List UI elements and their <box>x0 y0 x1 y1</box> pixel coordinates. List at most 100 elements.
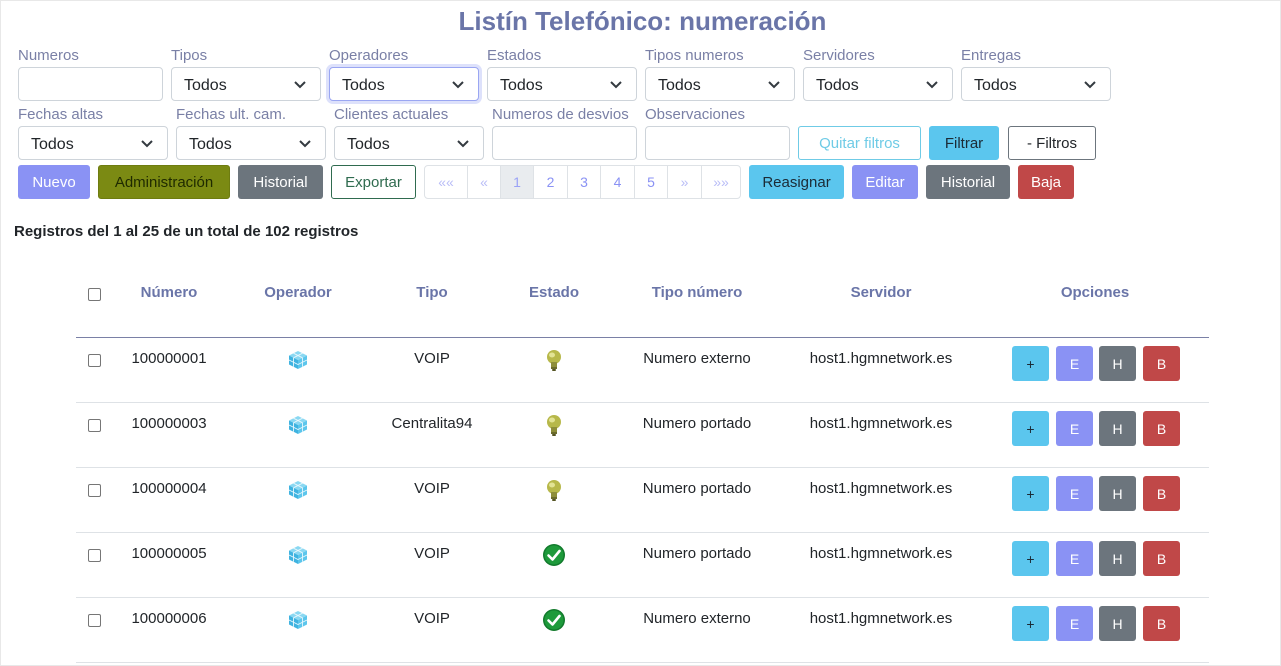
page-5-button[interactable]: 5 <box>634 166 667 198</box>
row-divider <box>76 597 1209 598</box>
page-3-button[interactable]: 3 <box>567 166 600 198</box>
operadores-select[interactable]: Todos <box>329 67 479 101</box>
row-add-button[interactable]: + <box>1012 541 1049 576</box>
row-divider <box>76 467 1209 468</box>
row-delete-button[interactable]: B <box>1143 476 1180 511</box>
row-checkbox[interactable] <box>88 614 101 627</box>
row-add-button[interactable]: + <box>1012 476 1049 511</box>
administracion-button[interactable]: Administración <box>98 165 230 199</box>
row-edit-button[interactable]: E <box>1056 606 1093 641</box>
row-delete-button[interactable]: B <box>1143 346 1180 381</box>
filter-label-entregas: Entregas <box>961 47 1022 64</box>
filter-label-fechas-altas: Fechas altas <box>18 106 104 123</box>
chevron-down-icon <box>457 140 469 148</box>
editar-button[interactable]: Editar <box>852 165 918 199</box>
page-4-button[interactable]: 4 <box>600 166 634 198</box>
historial-button[interactable]: Historial <box>238 165 323 199</box>
cell-tipo-numero: Numero externo <box>643 610 751 627</box>
filter-label-tipos-numeros: Tipos numeros <box>645 47 744 64</box>
cell-servidor: host1.hgmnetwork.es <box>809 350 953 367</box>
filter-label-numeros-desvios: Numeros de desvios <box>492 106 629 123</box>
cell-numero: 100000001 <box>131 350 207 367</box>
row-history-button[interactable]: H <box>1099 476 1136 511</box>
entregas-select[interactable]: Todos <box>961 67 1111 101</box>
filter-label-tipos: Tipos <box>171 47 208 64</box>
numeros-input[interactable] <box>18 67 163 101</box>
bulb-icon <box>542 478 566 502</box>
col-header-tipo-numero[interactable]: Tipo número <box>622 284 772 301</box>
col-header-tipo[interactable]: Tipo <box>382 284 482 301</box>
exportar-button[interactable]: Exportar <box>331 165 416 199</box>
row-checkbox[interactable] <box>88 484 101 497</box>
cell-servidor: host1.hgmnetwork.es <box>809 545 953 562</box>
reasignar-button[interactable]: Reasignar <box>749 165 844 199</box>
col-header-estado[interactable]: Estado <box>504 284 604 301</box>
select-all-checkbox[interactable] <box>88 288 101 301</box>
page-1-button[interactable]: 1 <box>500 166 533 198</box>
clientes-actuales-select[interactable]: Todos <box>334 126 484 160</box>
filtrar-button[interactable]: Filtrar <box>929 126 999 160</box>
operator-cube-icon <box>287 414 309 436</box>
col-header-operador[interactable]: Operador <box>243 284 353 301</box>
row-delete-button[interactable]: B <box>1143 411 1180 446</box>
records-summary: Registros del 1 al 25 de un total de 102… <box>14 223 359 240</box>
cell-servidor: host1.hgmnetwork.es <box>809 415 953 432</box>
fechas-altas-select[interactable]: Todos <box>18 126 168 160</box>
row-checkbox[interactable] <box>88 419 101 432</box>
tipos-numeros-select[interactable]: Todos <box>645 67 795 101</box>
historial-bulk-button[interactable]: Historial <box>926 165 1010 199</box>
row-divider <box>76 662 1209 663</box>
baja-button[interactable]: Baja <box>1018 165 1074 199</box>
toggle-filtros-button[interactable]: - Filtros <box>1008 126 1096 160</box>
col-header-numero[interactable]: Número <box>119 284 219 301</box>
estados-select[interactable]: Todos <box>487 67 637 101</box>
cell-numero: 100000003 <box>131 415 207 432</box>
cell-tipo: VOIP <box>414 610 450 627</box>
cell-servidor: host1.hgmnetwork.es <box>809 480 953 497</box>
filter-label-servidores: Servidores <box>803 47 875 64</box>
numeros-desvios-input[interactable] <box>492 126 637 160</box>
row-delete-button[interactable]: B <box>1143 541 1180 576</box>
table-header-divider <box>76 337 1209 338</box>
chevron-down-icon <box>610 81 622 89</box>
page-title: Listín Telefónico: numeración <box>458 6 827 36</box>
page-prev-button[interactable]: « <box>467 166 500 198</box>
page-next-button[interactable]: » <box>667 166 701 198</box>
cell-numero: 100000004 <box>131 480 207 497</box>
col-header-opciones: Opciones <box>1060 284 1130 301</box>
row-add-button[interactable]: + <box>1012 346 1049 381</box>
page-first-button[interactable]: «« <box>425 166 467 198</box>
filter-label-clientes-actuales: Clientes actuales <box>334 106 449 123</box>
tipos-select[interactable]: Todos <box>171 67 321 101</box>
row-edit-button[interactable]: E <box>1056 541 1093 576</box>
chevron-down-icon <box>294 81 306 89</box>
cell-tipo: VOIP <box>414 350 450 367</box>
row-history-button[interactable]: H <box>1099 606 1136 641</box>
row-history-button[interactable]: H <box>1099 346 1136 381</box>
row-add-button[interactable]: + <box>1012 606 1049 641</box>
row-edit-button[interactable]: E <box>1056 476 1093 511</box>
bulb-icon <box>542 413 566 437</box>
row-edit-button[interactable]: E <box>1056 411 1093 446</box>
operator-cube-icon <box>287 609 309 631</box>
servidores-select[interactable]: Todos <box>803 67 953 101</box>
check-circle-icon <box>542 608 566 632</box>
nuevo-button[interactable]: Nuevo <box>18 165 90 199</box>
row-checkbox[interactable] <box>88 549 101 562</box>
filter-label-estados: Estados <box>487 47 542 64</box>
cell-tipo-numero: Numero portado <box>642 545 752 562</box>
filter-label-numeros: Numeros <box>18 47 79 64</box>
row-history-button[interactable]: H <box>1099 541 1136 576</box>
row-add-button[interactable]: + <box>1012 411 1049 446</box>
col-header-servidor[interactable]: Servidor <box>806 284 956 301</box>
row-delete-button[interactable]: B <box>1143 606 1180 641</box>
page-last-button[interactable]: »» <box>701 166 740 198</box>
page-2-button[interactable]: 2 <box>533 166 567 198</box>
fechas-ult-cam-select[interactable]: Todos <box>176 126 326 160</box>
row-checkbox[interactable] <box>88 354 101 367</box>
row-edit-button[interactable]: E <box>1056 346 1093 381</box>
row-history-button[interactable]: H <box>1099 411 1136 446</box>
quitar-filtros-button[interactable]: Quitar filtros <box>798 126 921 160</box>
observaciones-input[interactable] <box>645 126 790 160</box>
cell-tipo: Centralita94 <box>391 415 473 432</box>
